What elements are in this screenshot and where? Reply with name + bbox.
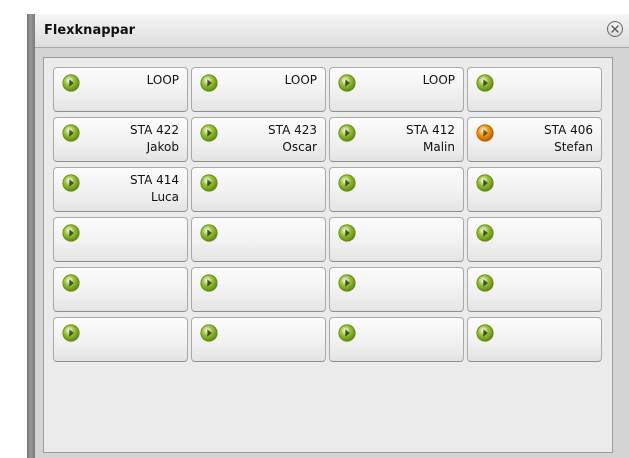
flex-button[interactable]: LOOP [329, 67, 464, 112]
flex-button[interactable] [53, 267, 188, 312]
status-indicator-green-icon [476, 224, 494, 242]
flex-button-sublabel: Oscar [282, 140, 317, 154]
flex-button[interactable] [191, 267, 326, 312]
flex-button[interactable] [191, 317, 326, 362]
status-indicator-green-icon [62, 74, 80, 92]
status-indicator-green-icon [338, 124, 356, 142]
panel-title: Flexknappar [44, 23, 136, 38]
flex-button-sublabel: Malin [423, 140, 455, 154]
flex-button[interactable] [467, 317, 602, 362]
status-indicator-green-icon [62, 324, 80, 342]
flex-button[interactable] [329, 267, 464, 312]
flex-button-grid: LOOP LOOP LOOP STA 422 Jakob STA 423 Oscar STA … [53, 67, 602, 362]
status-indicator-green-icon [338, 324, 356, 342]
left-margin [0, 0, 26, 458]
status-indicator-green-icon [338, 274, 356, 292]
status-indicator-green-icon [476, 274, 494, 292]
flex-button-sublabel: Jakob [146, 140, 179, 154]
status-indicator-green-icon [338, 224, 356, 242]
status-indicator-orange-icon [476, 124, 494, 142]
flex-button-sublabel: Stefan [554, 140, 593, 154]
status-indicator-green-icon [200, 274, 218, 292]
flex-button[interactable]: STA 412 Malin [329, 117, 464, 162]
flex-button[interactable] [467, 267, 602, 312]
flex-button[interactable] [329, 167, 464, 212]
status-indicator-green-icon [476, 74, 494, 92]
flex-button-label: LOOP [284, 73, 317, 87]
flex-button[interactable] [329, 217, 464, 262]
flex-button-sublabel: Luca [150, 190, 179, 204]
flex-button-label: STA 412 [406, 123, 455, 137]
status-indicator-green-icon [62, 174, 80, 192]
flex-button[interactable] [53, 317, 188, 362]
flex-button-label: STA 406 [544, 123, 593, 137]
status-indicator-green-icon [200, 124, 218, 142]
status-indicator-green-icon [338, 174, 356, 192]
flex-button[interactable]: LOOP [53, 67, 188, 112]
flex-button[interactable]: STA 414 Luca [53, 167, 188, 212]
flex-button[interactable]: LOOP [191, 67, 326, 112]
flex-button[interactable]: STA 423 Oscar [191, 117, 326, 162]
flex-button[interactable] [191, 167, 326, 212]
status-indicator-green-icon [200, 74, 218, 92]
flex-button[interactable] [329, 317, 464, 362]
flex-button[interactable] [191, 217, 326, 262]
status-indicator-green-icon [62, 224, 80, 242]
close-button[interactable] [607, 21, 623, 37]
flexknappar-panel: Flexknappar LOOP LOOP LOOP STA 422 Jakob STA … [35, 14, 629, 458]
flex-button[interactable]: STA 422 Jakob [53, 117, 188, 162]
status-indicator-green-icon [476, 174, 494, 192]
status-indicator-green-icon [338, 74, 356, 92]
flex-button[interactable] [467, 167, 602, 212]
panel-left-border [27, 14, 35, 458]
close-icon [611, 25, 619, 33]
flex-button-label: LOOP [422, 73, 455, 87]
flex-button[interactable] [467, 67, 602, 112]
flex-button-label: STA 422 [130, 123, 179, 137]
button-area: LOOP LOOP LOOP STA 422 Jakob STA 423 Oscar STA … [43, 57, 613, 453]
status-indicator-green-icon [200, 174, 218, 192]
flex-button-label: STA 414 [130, 173, 179, 187]
flex-button-label: LOOP [146, 73, 179, 87]
status-indicator-green-icon [200, 324, 218, 342]
status-indicator-green-icon [476, 324, 494, 342]
panel-titlebar: Flexknappar [35, 14, 629, 48]
status-indicator-green-icon [200, 224, 218, 242]
flex-button[interactable]: STA 406 Stefan [467, 117, 602, 162]
status-indicator-green-icon [62, 124, 80, 142]
status-indicator-green-icon [62, 274, 80, 292]
flex-button[interactable] [467, 217, 602, 262]
flex-button-label: STA 423 [268, 123, 317, 137]
flex-button[interactable] [53, 217, 188, 262]
